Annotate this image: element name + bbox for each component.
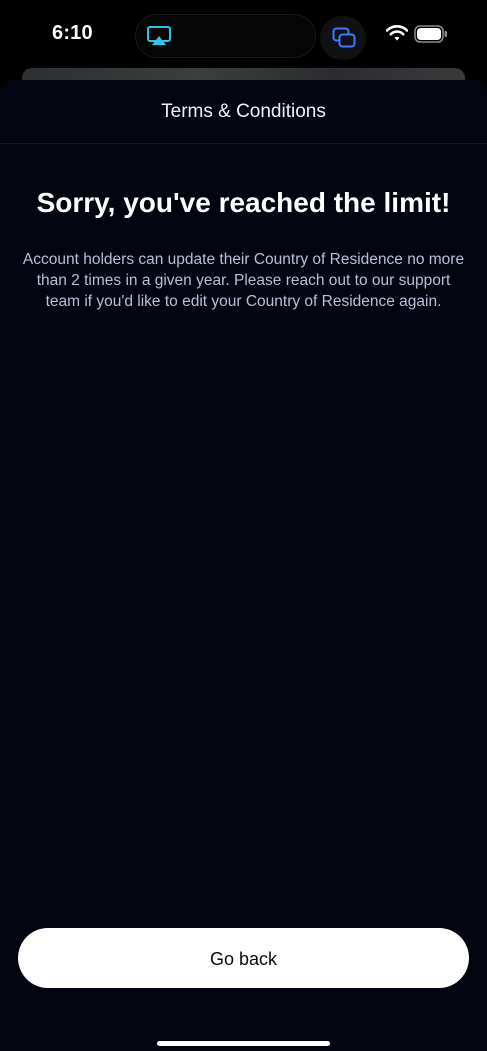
screen-mirror-indicator [320,16,366,60]
status-time: 6:10 [52,22,93,44]
go-back-button[interactable]: Go back [18,928,469,988]
sheet-title: Terms & Conditions [161,101,326,122]
limit-heading: Sorry, you've reached the limit! [36,187,451,218]
home-indicator[interactable] [157,1041,330,1046]
status-bar: 6:10 [0,0,487,72]
wifi-icon [386,25,408,41]
battery-icon [414,25,447,43]
terms-sheet: Terms & Conditions Sorry, you've reached… [0,80,487,1051]
sheet-header: Terms & Conditions [0,80,487,144]
dynamic-island [135,14,316,58]
screen-mirror-icon [332,27,356,48]
airplay-icon [147,26,171,45]
limit-message: Account holders can update their Country… [22,251,465,310]
